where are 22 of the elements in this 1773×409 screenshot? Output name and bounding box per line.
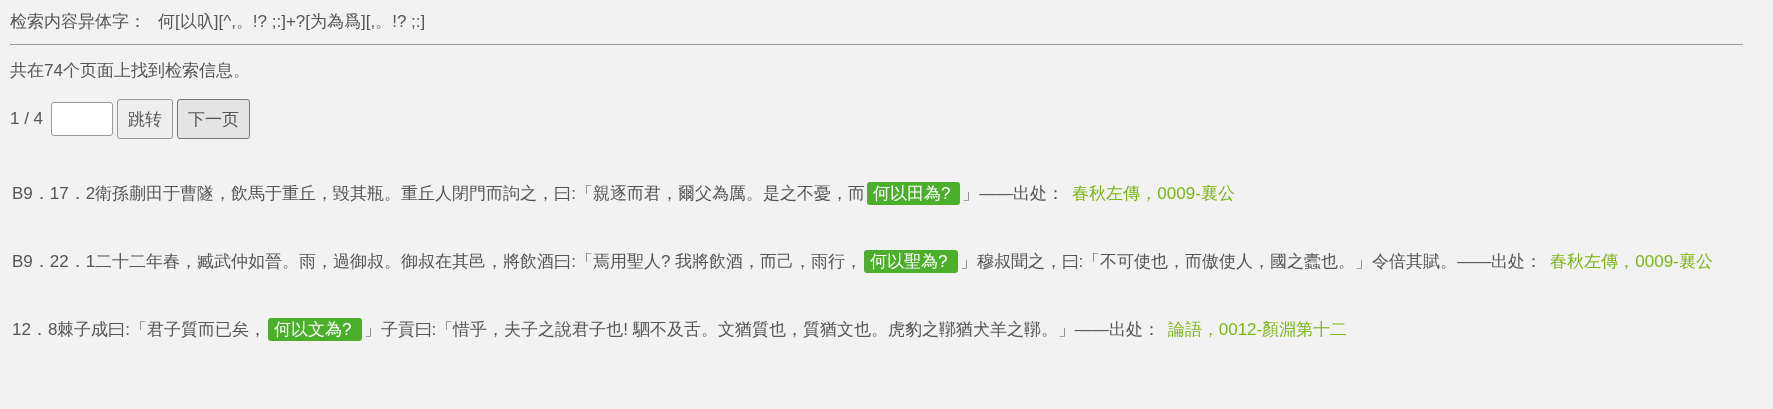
result-text: B9．17．2衛孫蒯田于曹隧，飲馬于重丘，毀其瓶。重丘人閉門而訽之，曰:「親逐而君，爾父為厲。是之不憂，而 — [12, 184, 865, 203]
result-text: 」子貢曰:「惜乎，夫子之說君子也! 駟不及舌。文猶質也，質猶文也。虎豹之鞹猶犬羊之鞹。」 — [363, 320, 1075, 339]
query-pattern: 何[以叺][^,。!? ;:]+?[为為爲][,。!? ;:] — [158, 10, 426, 33]
result-text: 」 — [962, 184, 980, 203]
source-link[interactable]: 春秋左傳，0009-襄公 — [1550, 252, 1713, 271]
source-link[interactable]: 春秋左傳，0009-襄公 — [1072, 184, 1235, 203]
source-link[interactable]: 論語，0012-顏淵第十二 — [1167, 320, 1348, 339]
next-page-button[interactable]: 下一页 — [177, 99, 251, 139]
match-highlight: 何以聖為? — [864, 250, 958, 273]
page-input[interactable] — [51, 102, 114, 136]
source-label: ——出处： — [1074, 320, 1160, 339]
result-text: 」穆叔聞之，曰:「不可使也，而傲使人，國之蠹也。」令倍其賦。 — [959, 252, 1458, 271]
result-summary: 共在74个页面上找到检索信息。 — [10, 60, 251, 82]
match-highlight: 何以田為? — [866, 182, 961, 205]
source-label: ——出处： — [979, 184, 1065, 203]
result-text: 12．8棘子成曰:「君子質而已矣， — [12, 320, 267, 339]
query-label: 检索内容异体字： — [10, 10, 146, 33]
result-text: B9．22．1二十二年春，臧武仲如晉。雨，過御叔。御叔在其邑，將飲酒曰:「焉用聖人? 我將飲酒，而己，雨行， — [12, 252, 863, 271]
source-label: ——出处： — [1457, 252, 1543, 271]
jump-button[interactable]: 跳转 — [117, 99, 174, 139]
match-highlight: 何以文為? — [268, 318, 362, 341]
page-indicator: 1 / 4 — [10, 109, 44, 129]
